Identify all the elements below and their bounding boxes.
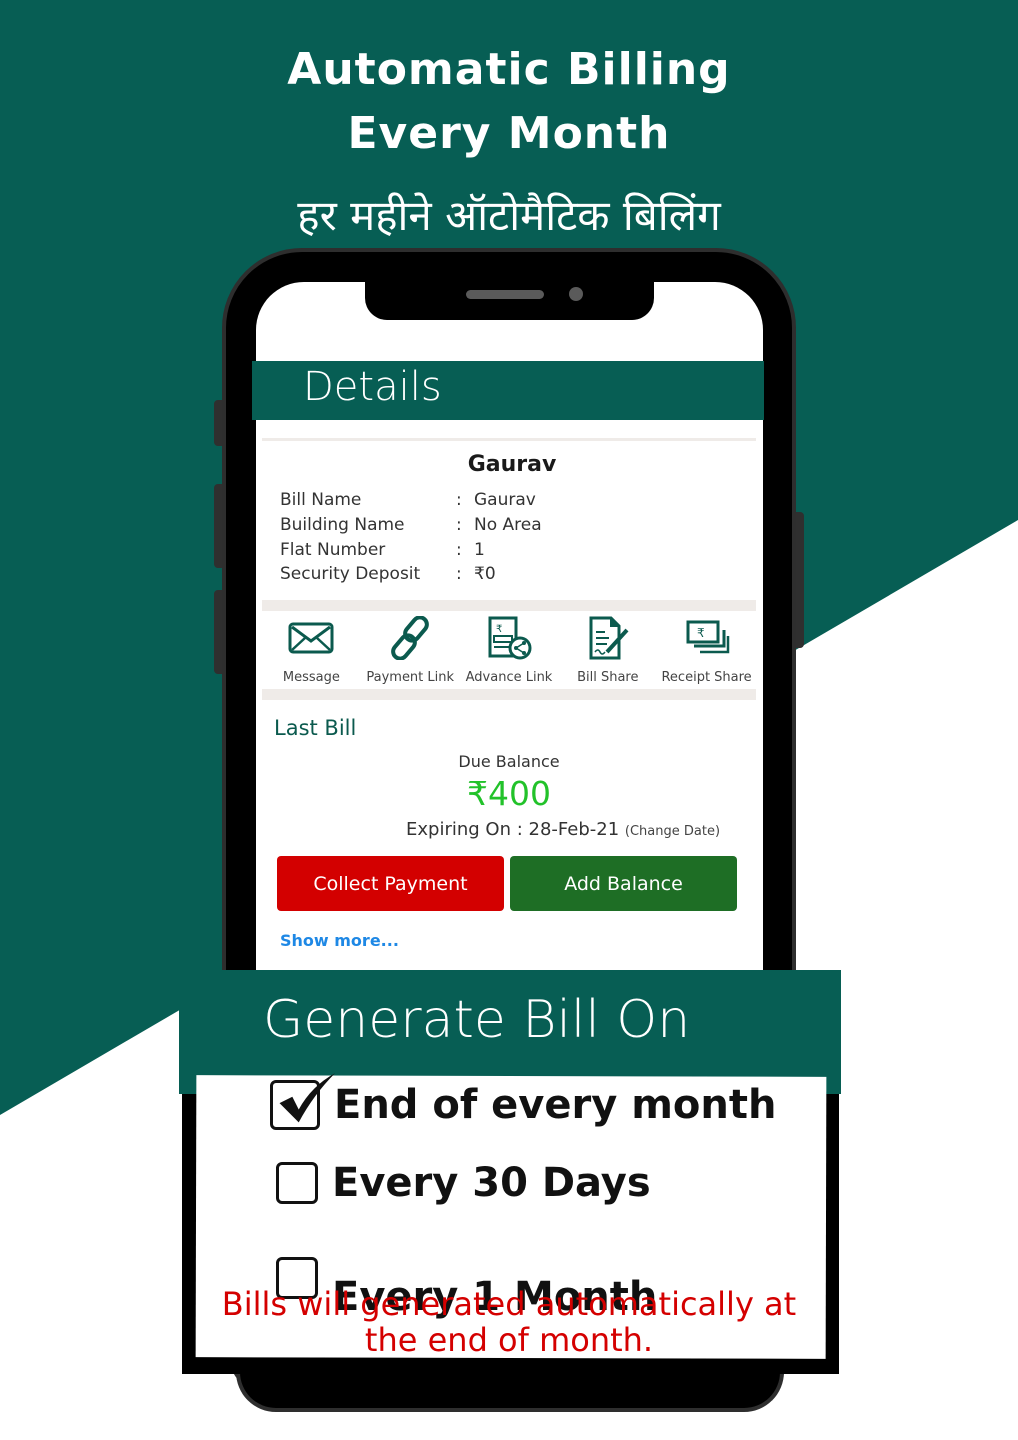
field-label: Flat Number <box>280 540 386 560</box>
divider <box>262 438 756 441</box>
last-bill-title: Last Bill <box>274 716 357 740</box>
divider <box>262 600 756 611</box>
expiry-date: Expiring On : 28-Feb-21 <box>406 819 620 840</box>
headline-hindi: हर महीने ऑटोमैटिक बिलिंग <box>297 191 721 240</box>
field-row: Security Deposit: ₹0 <box>280 562 496 587</box>
svg-text:₹: ₹ <box>697 626 705 640</box>
change-date-link[interactable]: (Change Date) <box>625 824 720 839</box>
billing-note: Bills will generated automatically at th… <box>221 1285 797 1359</box>
expiry-row: Expiring On : 28-Feb-21 (Change Date) <box>406 819 720 840</box>
option-every-30-days[interactable]: Every 30 Days <box>276 1160 651 1206</box>
headline-english: Automatic Billing Every Month <box>0 38 1018 166</box>
phone-notch <box>365 278 654 320</box>
action-label: Message <box>282 670 340 685</box>
field-value: Gaurav <box>474 490 536 510</box>
action-bill-share[interactable]: Bill Share <box>558 612 657 688</box>
customer-name: Gaurav <box>467 452 557 477</box>
action-label: Payment Link <box>366 670 455 685</box>
option-label: End of every month <box>334 1082 777 1128</box>
action-label: Advance Link <box>465 670 553 685</box>
field-label: Bill Name <box>280 490 362 510</box>
action-advance-link[interactable]: ₹ Advance Link <box>460 612 559 688</box>
field-row: Building Name: No Area <box>280 513 542 538</box>
action-label: Receipt Share <box>661 670 752 685</box>
phone-speaker <box>466 290 544 299</box>
field-colon: : <box>456 564 462 584</box>
envelope-icon <box>288 622 334 654</box>
bill-share-icon <box>589 616 629 660</box>
field-value: ₹0 <box>474 564 496 584</box>
app-header-title: Details <box>303 364 442 410</box>
generate-title: Generate Bill On <box>263 990 691 1050</box>
advance-link-icon: ₹ <box>488 616 532 660</box>
headline-line-2: Every Month <box>347 108 671 159</box>
field-value: No Area <box>474 515 542 535</box>
action-bar: Message Payment Link ₹ Advance Link Bill… <box>262 612 756 688</box>
field-colon: : <box>456 540 462 560</box>
checkbox-checked[interactable] <box>270 1073 335 1130</box>
field-colon: : <box>456 515 462 535</box>
phone-camera <box>569 287 583 301</box>
headline-line-1: Automatic Billing <box>287 44 731 95</box>
due-balance-label: Due Balance <box>458 752 560 771</box>
action-message[interactable]: Message <box>262 612 361 688</box>
field-value: 1 <box>474 540 485 560</box>
show-more-link[interactable]: Show more... <box>280 931 399 950</box>
checkmark-icon <box>279 1073 335 1123</box>
svg-text:₹: ₹ <box>496 624 502 635</box>
field-label: Building Name <box>280 515 405 535</box>
option-label: Every 30 Days <box>332 1160 651 1206</box>
option-end-of-month[interactable]: End of every month <box>270 1073 777 1130</box>
field-colon: : <box>456 490 462 510</box>
checkbox-unchecked[interactable] <box>276 1162 318 1204</box>
action-receipt-share[interactable]: ₹ Receipt Share <box>657 612 756 688</box>
phone-bottom-frame <box>236 1372 784 1412</box>
add-balance-button[interactable]: Add Balance <box>510 856 737 911</box>
receipt-share-icon: ₹ <box>686 620 729 654</box>
field-row: Flat Number:1 <box>280 538 485 563</box>
action-payment-link[interactable]: Payment Link <box>361 612 460 688</box>
link-icon <box>391 616 430 660</box>
due-balance-amount: ₹400 <box>467 774 551 813</box>
divider <box>262 689 756 700</box>
field-label: Security Deposit <box>280 564 421 584</box>
field-row: Bill Name: Gaurav <box>280 488 536 513</box>
action-label: Bill Share <box>577 670 639 685</box>
collect-payment-button[interactable]: Collect Payment <box>277 856 504 911</box>
